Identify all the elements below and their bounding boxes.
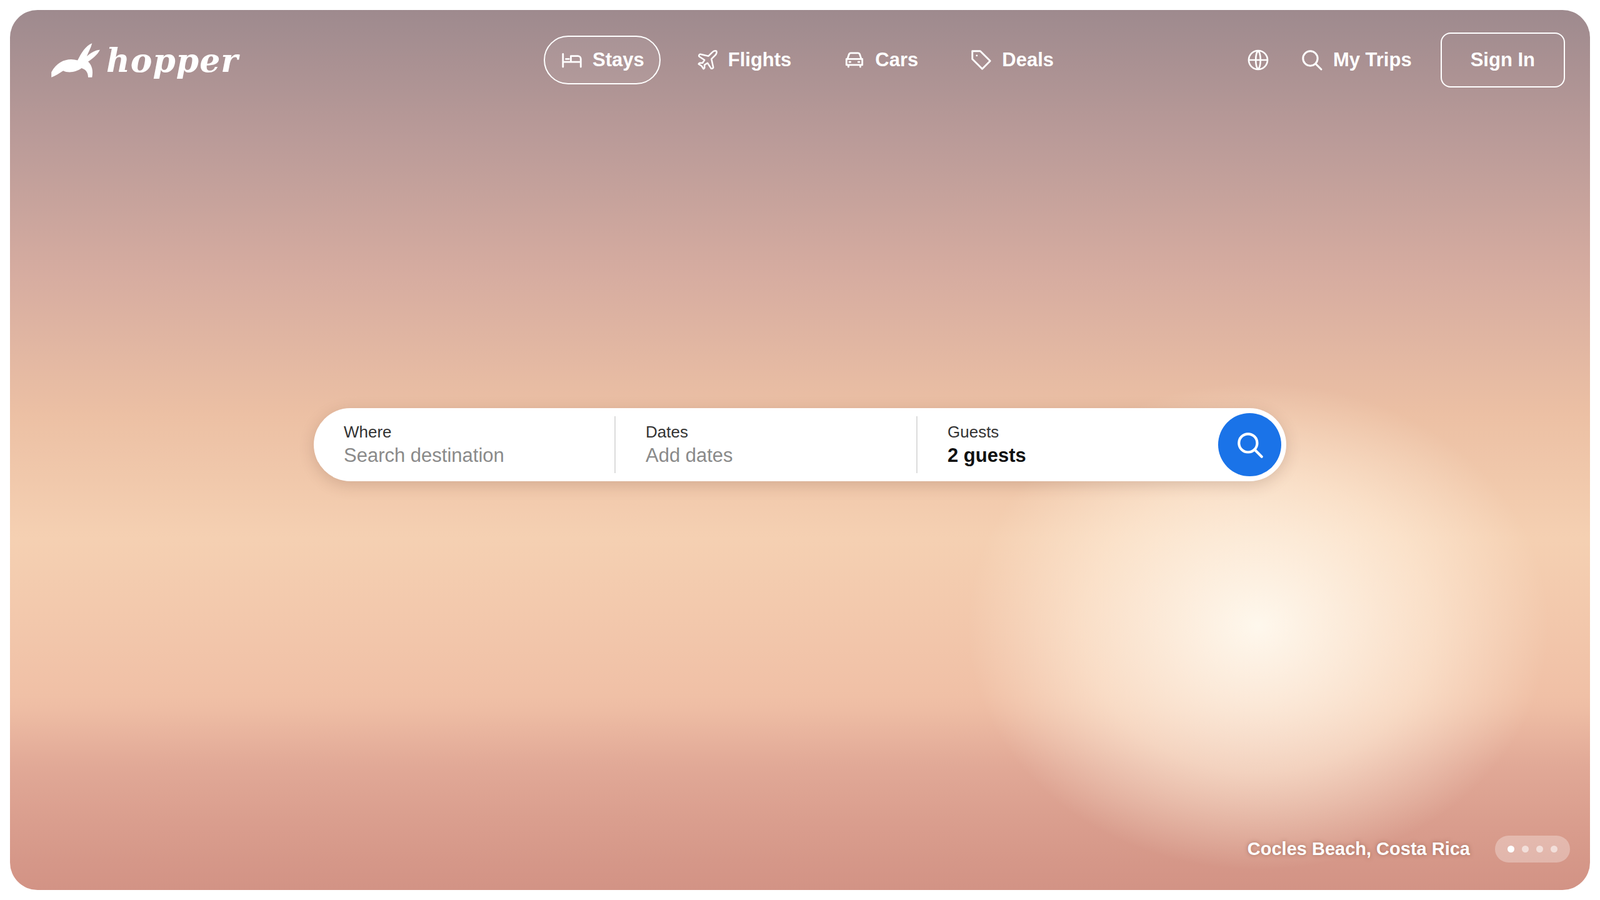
field-value[interactable]: 2 guests	[947, 444, 1189, 467]
hero: hopper Stays Flights Cars Deals My Trips Sign …	[10, 10, 1590, 890]
header-actions: My Trips Sign In	[1245, 32, 1565, 88]
search-area: WhereSearch destinationDatesAdd datesGue…	[10, 87, 1590, 836]
carousel-dots	[1495, 835, 1570, 863]
my-trips-link[interactable]: My Trips	[1299, 47, 1412, 73]
nav-tab[interactable]: Stays	[543, 35, 661, 85]
carousel-dot[interactable]	[1536, 845, 1544, 853]
search-field[interactable]: DatesAdd dates	[615, 416, 918, 474]
tag-icon	[969, 48, 994, 72]
search-field[interactable]: WhereSearch destination	[313, 416, 616, 474]
search-field[interactable]: Guests2 guests	[917, 416, 1219, 474]
nav-tabs: Stays Flights Cars Deals	[543, 35, 1070, 85]
nav-tab[interactable]: Cars	[826, 35, 935, 85]
plane-icon	[695, 48, 720, 72]
nav-tab[interactable]: Deals	[953, 35, 1070, 85]
field-label: Dates	[645, 422, 887, 442]
search-icon	[1299, 47, 1325, 73]
rabbit-icon	[48, 40, 102, 80]
hero-footer: Cocles Beach, Costa Rica	[10, 835, 1590, 890]
header: hopper Stays Flights Cars Deals My Trips Sign …	[10, 10, 1590, 88]
carousel-dot[interactable]	[1521, 845, 1529, 853]
field-value[interactable]: Add dates	[645, 444, 887, 467]
globe-icon	[1245, 47, 1271, 73]
carousel-dot[interactable]	[1507, 845, 1515, 853]
car-icon	[842, 48, 867, 72]
photo-caption: Cocles Beach, Costa Rica	[1247, 838, 1470, 860]
field-label: Where	[343, 422, 585, 442]
nav-tab[interactable]: Flights	[679, 35, 809, 85]
search-button[interactable]	[1218, 413, 1282, 477]
carousel-dot[interactable]	[1550, 845, 1558, 853]
sign-in-button[interactable]: Sign In	[1440, 32, 1565, 88]
search-bar: WhereSearch destinationDatesAdd datesGue…	[313, 408, 1287, 482]
logo[interactable]: hopper	[48, 40, 239, 80]
field-label: Guests	[947, 422, 1189, 442]
field-value[interactable]: Search destination	[343, 444, 585, 467]
page: hopper Stays Flights Cars Deals My Trips Sign …	[0, 0, 1600, 900]
language-button[interactable]	[1245, 47, 1271, 73]
bed-icon	[560, 48, 584, 72]
search-icon	[1234, 429, 1266, 461]
